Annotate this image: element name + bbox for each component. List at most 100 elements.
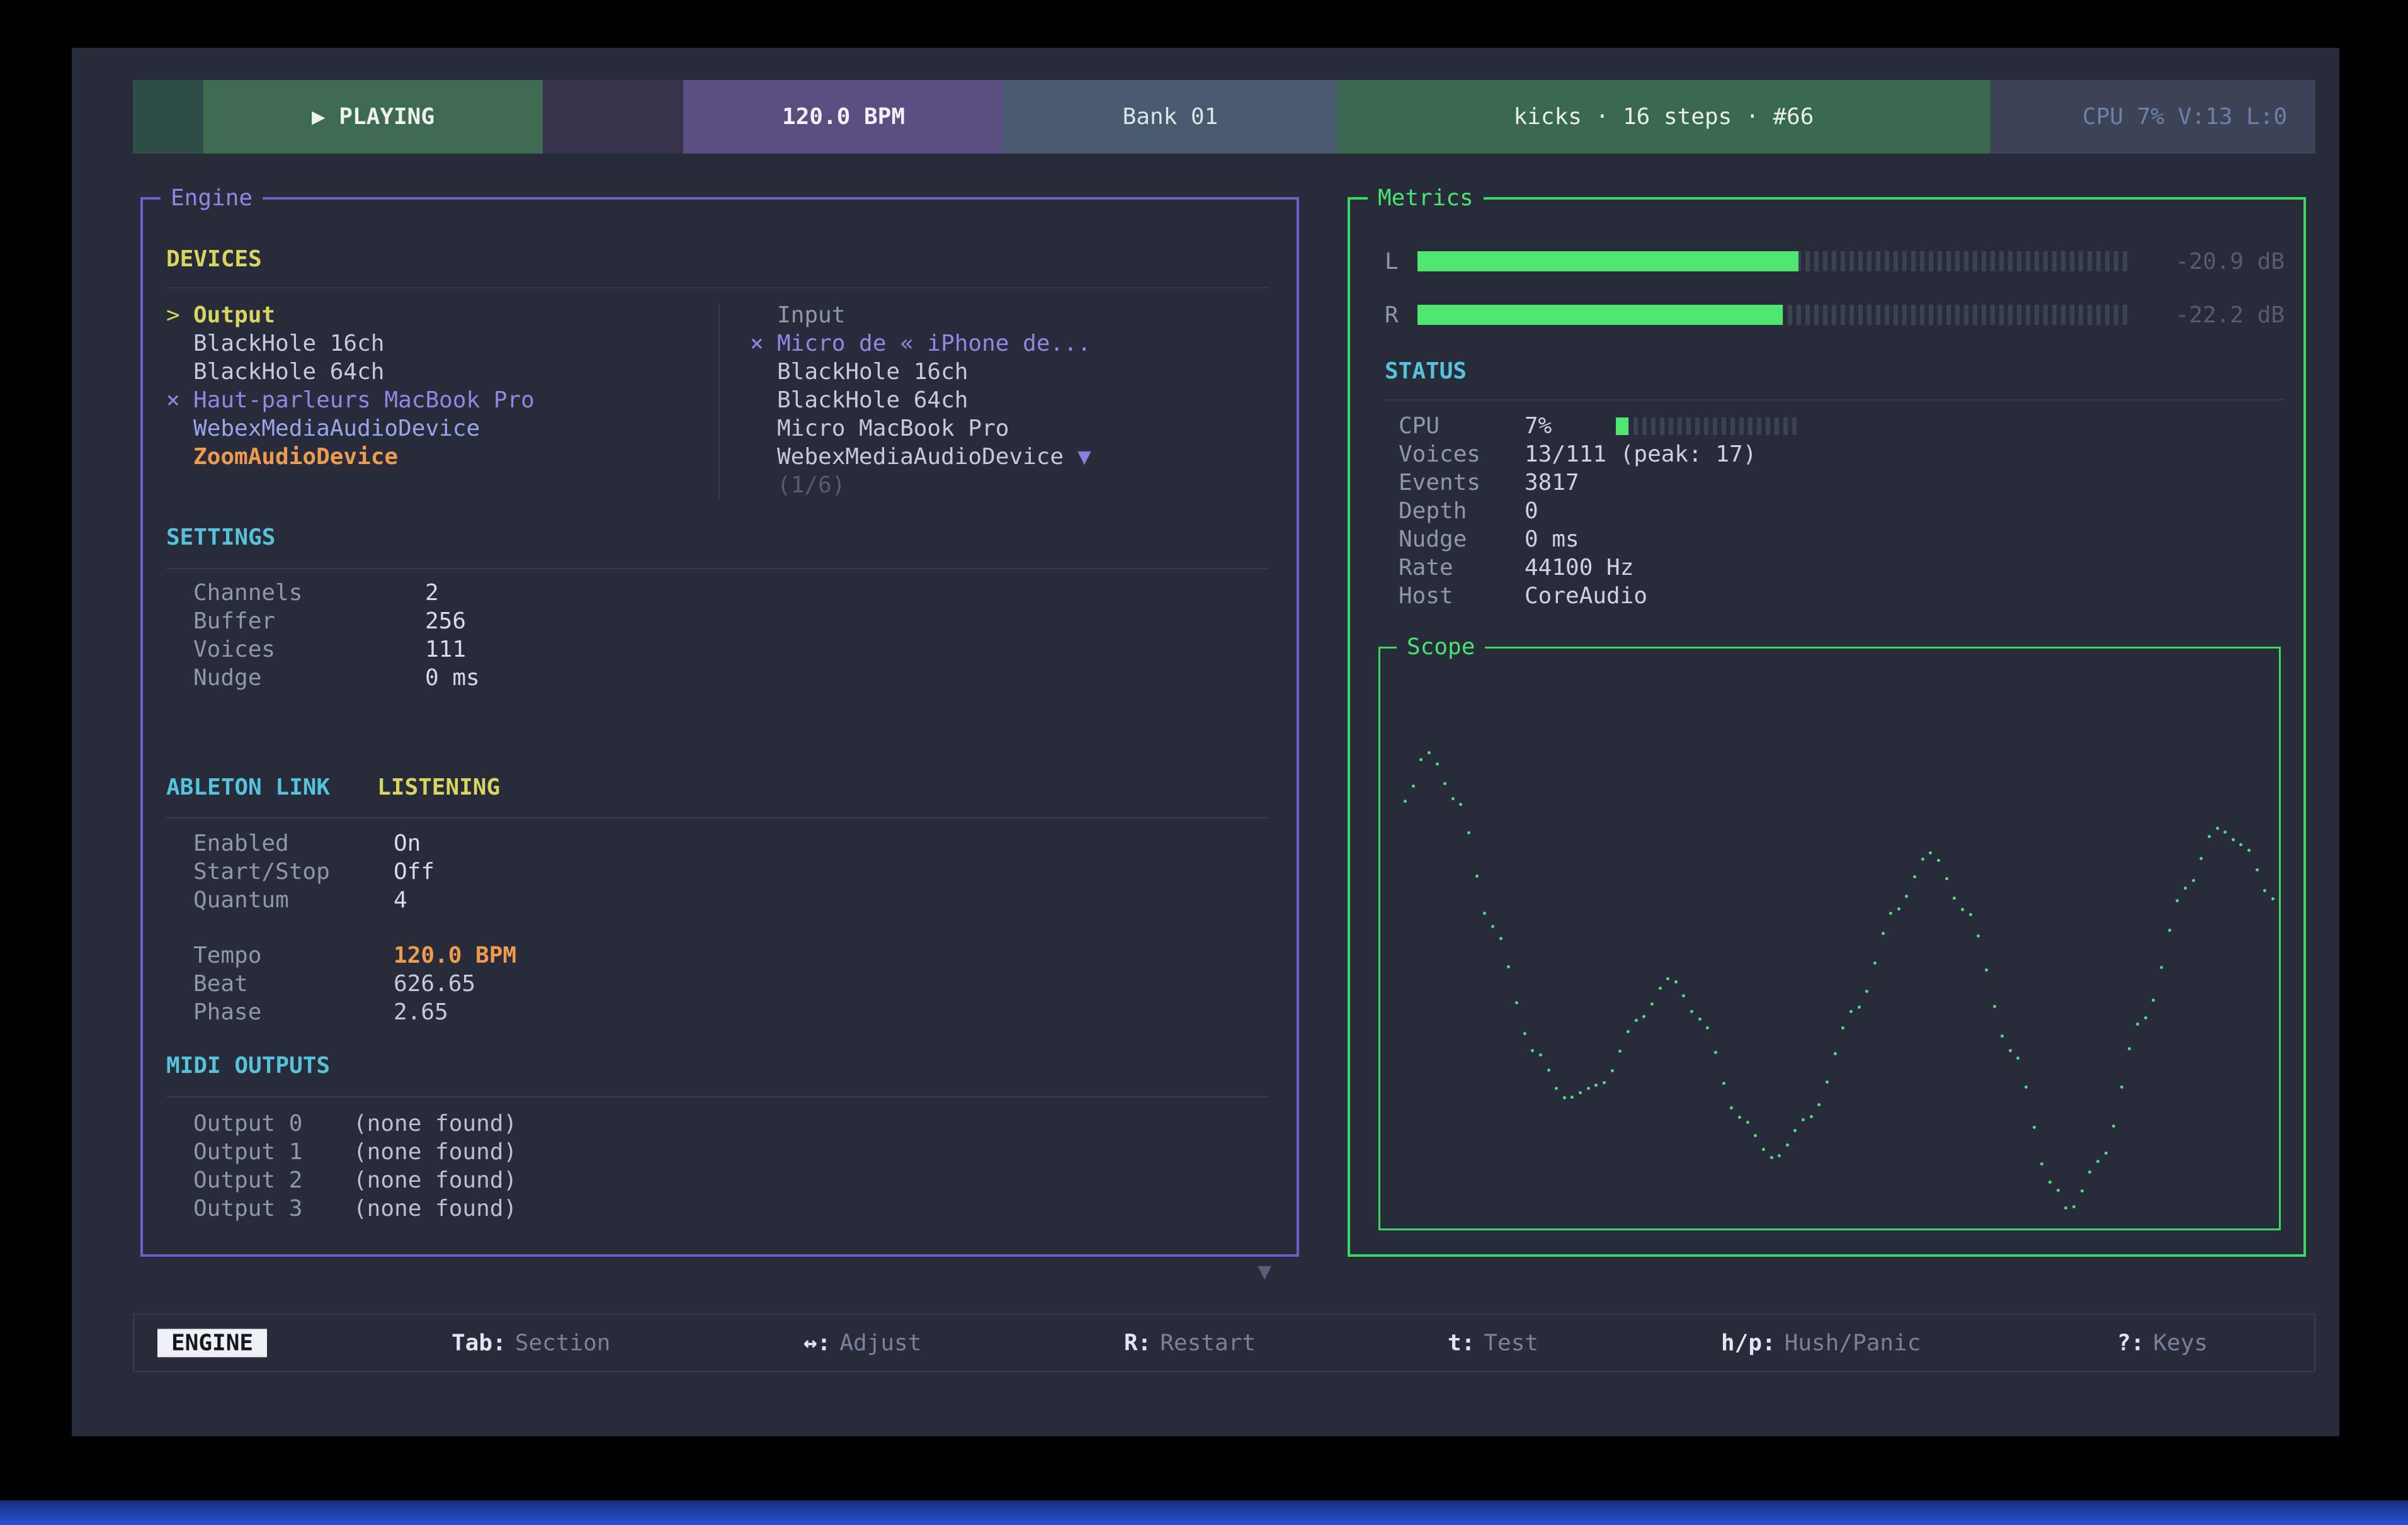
scope-dot xyxy=(1467,831,1470,834)
status-row-cpu: CPU 7% xyxy=(1385,412,2285,440)
devices-heading: DEVICES xyxy=(166,241,1269,278)
midi-output-row[interactable]: Output 1 (none found) xyxy=(166,1138,1269,1166)
scope-dot xyxy=(1451,797,1455,800)
scope-dot xyxy=(1826,1080,1829,1084)
scope-dot xyxy=(1659,987,1662,990)
scope-dot xyxy=(2208,835,2211,838)
device-item[interactable]: BlackHole 16ch xyxy=(750,358,1091,386)
scope-dot xyxy=(1443,782,1446,785)
setting-row-buffer: Buffer 256 xyxy=(166,607,1269,635)
scope-dot xyxy=(1627,1030,1630,1033)
scope-dot xyxy=(2040,1162,2043,1165)
scope-dot xyxy=(1977,934,1980,938)
device-item[interactable]: BlackHole 64ch xyxy=(166,358,718,386)
scope-dot xyxy=(1961,908,1964,911)
key-hint-restart: R:Restart xyxy=(1124,1330,1256,1356)
scope-dot xyxy=(1579,1091,1582,1094)
device-item[interactable]: BlackHole 64ch xyxy=(750,386,1091,414)
scope-dot xyxy=(1889,912,1892,915)
level-meters: L -20.9 dB R -22.2 dB xyxy=(1385,242,2285,334)
scope-dot xyxy=(2009,1049,2012,1052)
scope-dot xyxy=(1531,1049,1534,1052)
ableton-separator xyxy=(166,817,1269,819)
scope-dot xyxy=(2271,897,2275,900)
device-item[interactable]: WebexMediaAudioDevice xyxy=(166,414,718,443)
scope-dot xyxy=(1754,1134,1757,1137)
meter-fill xyxy=(1417,305,1783,325)
settings-rows: Channels 2 Buffer 256 Voices 111 Nudge 0… xyxy=(166,579,1269,692)
scope-dot xyxy=(1969,913,1972,916)
scope-dot xyxy=(1929,851,1932,854)
app-window: ▶ PLAYING 120.0 BPM Bank 01 kicks · 16 s… xyxy=(72,48,2339,1436)
active-x-icon: × xyxy=(166,386,193,414)
top-status-bar: ▶ PLAYING 120.0 BPM Bank 01 kicks · 16 s… xyxy=(133,80,2315,154)
scope-dot xyxy=(1985,968,1988,972)
scope-dot xyxy=(1483,912,1486,915)
midi-output-row[interactable]: Output 0 (none found) xyxy=(166,1109,1269,1138)
bpm-display: 120.0 BPM xyxy=(683,80,1004,154)
scope-dot xyxy=(1802,1118,1805,1121)
meter-right: R -22.2 dB xyxy=(1385,296,2285,334)
scope-dot xyxy=(1674,980,1678,984)
scope-dot xyxy=(1428,751,1431,754)
scope-dot xyxy=(1436,762,1439,766)
midi-outputs-heading: MIDI OUTPUTS xyxy=(166,1048,1269,1084)
scope-dot xyxy=(2120,1086,2123,1089)
status-row-rate: Rate 44100 Hz xyxy=(1385,553,2285,582)
topbar-spacer-segment xyxy=(543,80,683,154)
scope-dot xyxy=(1865,990,1868,993)
scope-dot xyxy=(1666,977,1669,980)
scope-dot xyxy=(1882,932,1885,935)
scope-dot xyxy=(1690,1010,1693,1013)
scope-dot xyxy=(1897,907,1900,910)
device-item[interactable]: BlackHole 16ch xyxy=(166,329,718,358)
device-item-output-header[interactable]: > Output xyxy=(166,301,718,329)
device-item[interactable]: WebexMediaAudioDevice ▼ xyxy=(750,443,1091,471)
active-x-icon: × xyxy=(750,329,777,358)
device-columns: > Output BlackHole 16ch BlackHole 64ch ×… xyxy=(166,301,1269,499)
status-separator xyxy=(1385,399,2285,400)
device-item[interactable]: Micro MacBook Pro xyxy=(750,414,1091,443)
input-list-heading: Input xyxy=(750,301,1091,329)
scope-dot xyxy=(1682,994,1685,997)
meter-left: L -20.9 dB xyxy=(1385,242,2285,280)
scope-dot xyxy=(1762,1148,1765,1151)
scroll-more-icon[interactable]: ▼ xyxy=(1258,1259,1271,1284)
scope-dot xyxy=(1650,1002,1654,1006)
scope-dot xyxy=(2136,1023,2139,1026)
link-row-quantum: Quantum 4 xyxy=(166,886,1269,914)
key-hint-hush-panic: h/p:Hush/Panic xyxy=(1721,1330,1921,1356)
scope-dot xyxy=(1563,1096,1566,1099)
scope-dot xyxy=(2057,1189,2060,1192)
setting-row-nudge: Nudge 0 ms xyxy=(166,664,1269,692)
scope-dot xyxy=(2025,1086,2028,1089)
device-item[interactable]: ZoomAudioDevice xyxy=(166,443,718,471)
scope-dot xyxy=(1778,1154,1781,1157)
device-item-active[interactable]: × Haut-parleurs MacBook Pro xyxy=(166,386,718,414)
chevron-down-icon[interactable]: ▼ xyxy=(1077,443,1091,471)
link-row-tempo: Tempo 120.0 BPM xyxy=(166,941,1269,970)
scope-dot xyxy=(1611,1069,1614,1072)
key-hint-tab: Tab:Section xyxy=(451,1330,610,1356)
status-row-voices: Voices 13/111 (peak: 17) xyxy=(1385,440,2285,468)
scope-dot xyxy=(2048,1181,2052,1184)
selected-arrow-icon: > xyxy=(166,301,193,329)
midi-output-row[interactable]: Output 3 (none found) xyxy=(166,1194,1269,1223)
midi-output-row[interactable]: Output 2 (none found) xyxy=(166,1166,1269,1194)
link-row-beat: Beat 626.65 xyxy=(166,970,1269,998)
transport-status: ▶ PLAYING xyxy=(203,80,543,154)
status-rows: CPU 7% Voices 13/111 (peak: 17) Events 3… xyxy=(1385,412,2285,610)
scope-dot xyxy=(1635,1019,1638,1022)
scope-dot xyxy=(1618,1050,1621,1053)
setting-row-voices: Voices 111 xyxy=(166,635,1269,664)
midi-rows: Output 0 (none found) Output 1 (none fou… xyxy=(166,1109,1269,1223)
scope-dot xyxy=(2088,1171,2091,1174)
meter-fill xyxy=(1417,251,1798,271)
scope-dot xyxy=(2081,1189,2084,1193)
scope-plot xyxy=(1380,649,2279,1228)
scope-dot xyxy=(1817,1103,1820,1106)
output-device-list: > Output BlackHole 16ch BlackHole 64ch ×… xyxy=(166,301,718,499)
scope-dot xyxy=(1491,925,1494,928)
device-item-active[interactable]: × Micro de « iPhone de... xyxy=(750,329,1091,358)
scope-dot xyxy=(2033,1126,2036,1129)
